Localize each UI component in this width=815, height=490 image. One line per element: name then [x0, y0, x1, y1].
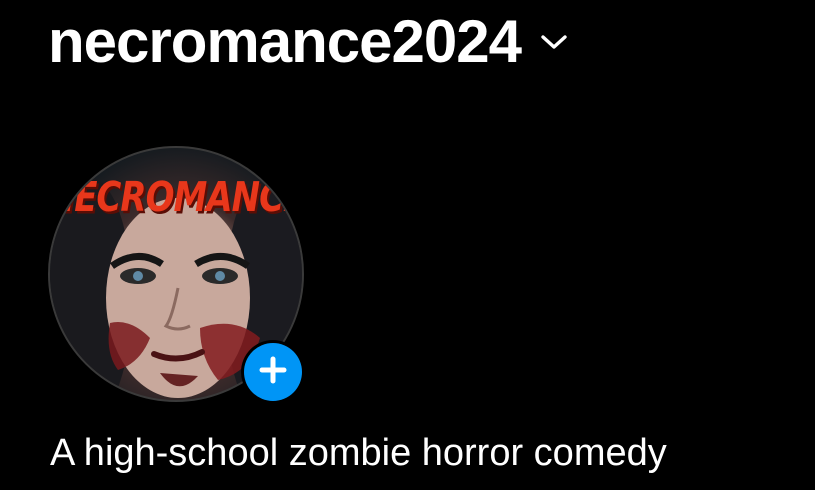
username-title[interactable]: necromance2024 [48, 4, 522, 80]
add-story-button[interactable] [241, 340, 305, 404]
profile-header: necromance2024 [48, 4, 569, 80]
profile-bio: A high-school zombie horror comedy [50, 432, 667, 474]
add-story-circle [244, 343, 302, 401]
plus-icon [259, 356, 287, 389]
avatar-title-text: NECROMANCE [48, 174, 304, 222]
chevron-down-icon[interactable] [539, 32, 569, 52]
